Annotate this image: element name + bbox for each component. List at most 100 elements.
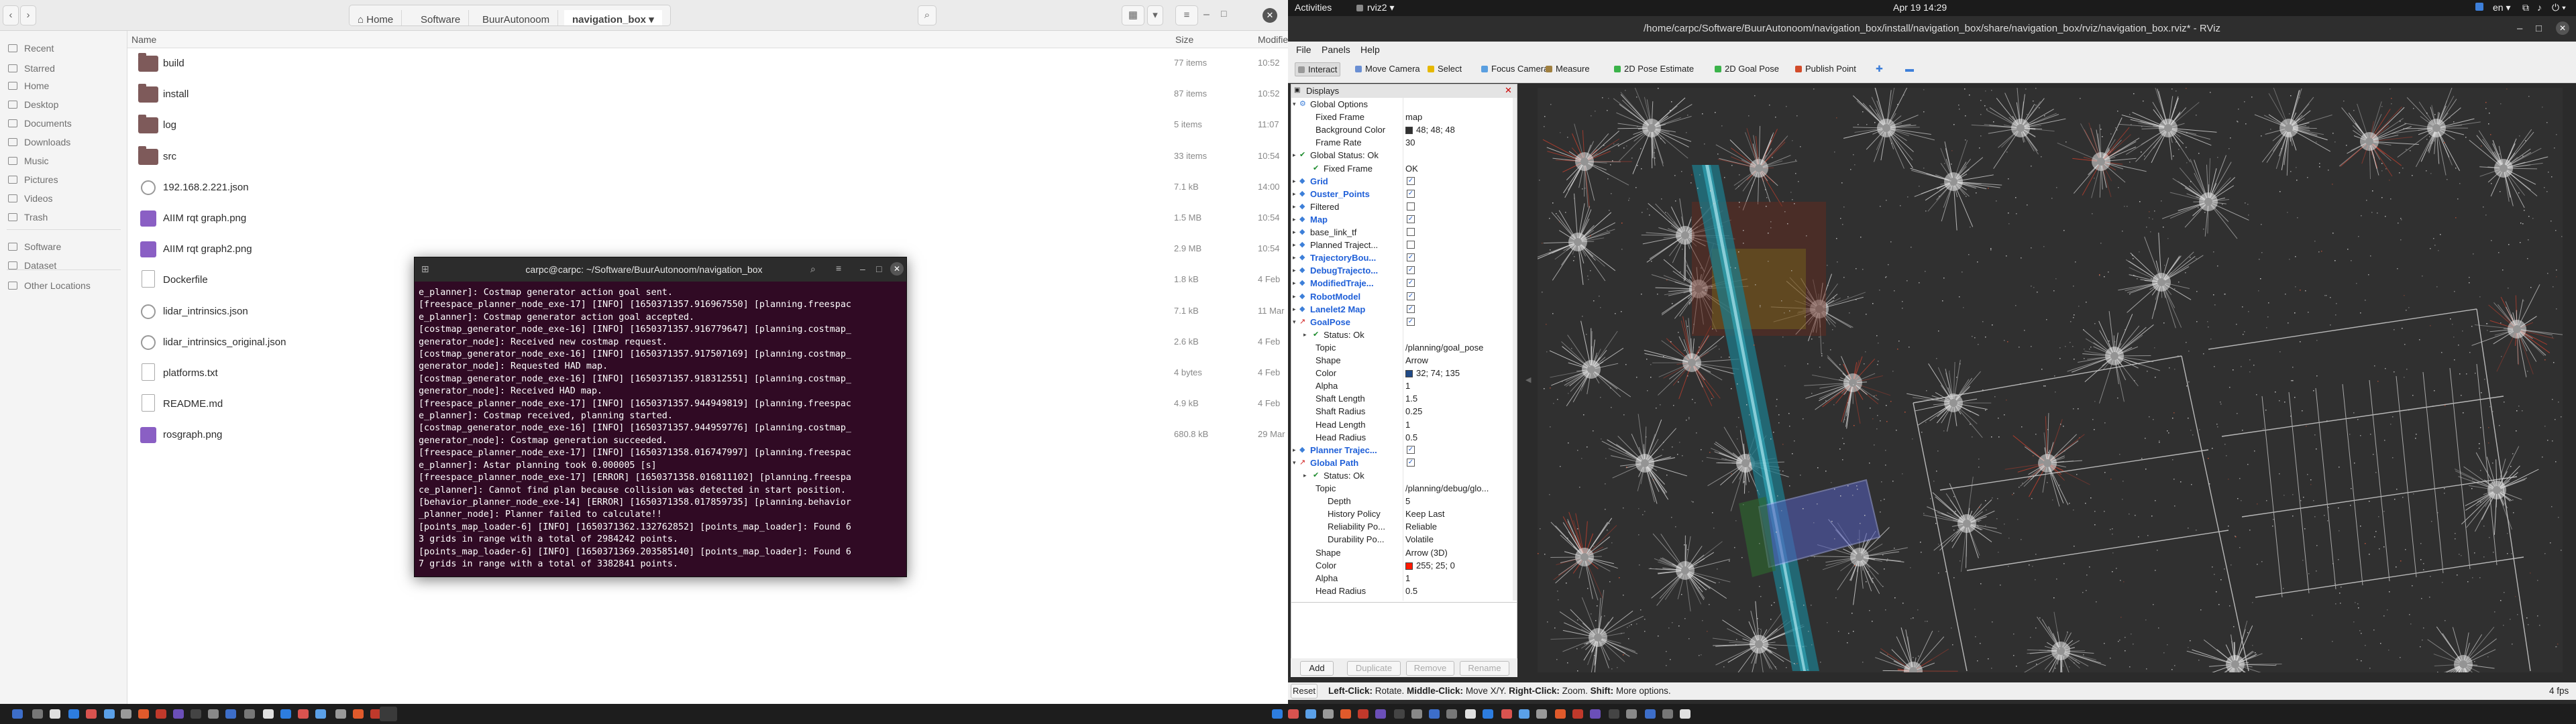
taskbar-app-icon[interactable] <box>1590 709 1601 719</box>
column-name[interactable]: Name <box>131 34 156 45</box>
taskbar-app-icon[interactable] <box>1305 709 1316 719</box>
display-tree-row[interactable]: Color 32; 74; 135 <box>1291 367 1517 379</box>
taskbar-app-icon[interactable] <box>121 709 131 719</box>
display-tree-row[interactable]: ▸ ◆ Planned Traject... <box>1291 239 1517 251</box>
expand-arrow-icon[interactable]: ▸ <box>1303 469 1307 482</box>
terminal-output[interactable]: e_planner]: Costmap generator action goa… <box>419 287 902 568</box>
display-tree-row[interactable]: ▾ ⚙ Global Options <box>1291 98 1517 111</box>
display-tree-row[interactable]: Topic/planning/goal_pose <box>1291 341 1517 354</box>
taskbar-app-icon[interactable] <box>1272 709 1283 719</box>
expand-arrow-icon[interactable]: ▸ <box>1293 239 1296 251</box>
property-value[interactable]: 32; 74; 135 <box>1405 367 1460 379</box>
taskbar-app-icon[interactable] <box>1429 709 1440 719</box>
property-value[interactable]: /planning/debug/glo... <box>1405 482 1489 495</box>
search-icon[interactable]: ⌕ <box>810 263 816 275</box>
display-tree-row[interactable]: ▸ ◆ Ouster_Points ✓ <box>1291 188 1517 200</box>
property-value[interactable]: 5 <box>1405 495 1410 507</box>
taskbar-app-icon[interactable] <box>1609 709 1619 719</box>
taskbar-app-icon[interactable] <box>1446 709 1457 719</box>
property-value[interactable]: 48; 48; 48 <box>1405 123 1455 136</box>
property-value[interactable]: Arrow (3D) <box>1405 546 1448 559</box>
expand-arrow-icon[interactable]: ▾ <box>1293 457 1296 469</box>
file-row[interactable]: build 77 items 10:52 <box>127 48 1288 79</box>
taskbar-app-icon[interactable] <box>1572 709 1583 719</box>
display-tree-row[interactable]: ▾ ↗ GoalPose ✓ <box>1291 316 1517 328</box>
maximize-icon[interactable]: □ <box>1221 8 1226 19</box>
expand-arrow-icon[interactable]: ▸ <box>1293 226 1296 239</box>
property-value[interactable]: Reliable <box>1405 520 1437 533</box>
expand-arrow-icon[interactable]: ▸ <box>1293 251 1296 264</box>
taskbar-app-icon[interactable] <box>1323 709 1334 719</box>
property-value[interactable]: 0.5 <box>1405 585 1417 597</box>
taskbar-app-icon[interactable] <box>298 709 309 719</box>
minimize-icon[interactable]: – <box>2517 23 2522 34</box>
taskbar-app-icon[interactable] <box>1645 709 1656 719</box>
taskbar-app-icon[interactable] <box>1536 709 1547 719</box>
taskbar-app-icon[interactable] <box>1483 709 1493 719</box>
taskbar-app-icon[interactable] <box>1288 709 1299 719</box>
tool-select[interactable]: Select <box>1428 64 1462 74</box>
tray-icon[interactable] <box>2475 3 2483 11</box>
taskbar-app-icon[interactable] <box>138 709 149 719</box>
crumb-buurautonoom[interactable]: BuurAutonoom <box>474 10 559 25</box>
enable-checkbox[interactable]: ✓ <box>1407 189 1415 198</box>
display-tree-row[interactable]: Shape Arrow <box>1291 354 1517 367</box>
enable-checkbox[interactable]: ✓ <box>1407 279 1415 288</box>
taskbar-app-icon[interactable] <box>173 709 184 719</box>
enable-checkbox[interactable]: ✓ <box>1407 458 1415 467</box>
tool-2d-pose-estimate[interactable]: 2D Pose Estimate <box>1614 64 1694 74</box>
taskbar-app-icon[interactable] <box>1375 709 1386 719</box>
property-value[interactable]: 255; 25; 0 <box>1405 559 1455 572</box>
enable-checkbox[interactable]: ✓ <box>1407 292 1415 300</box>
expand-arrow-icon[interactable]: ▸ <box>1293 213 1296 226</box>
taskbar-app-icon[interactable] <box>335 709 346 719</box>
property-value[interactable]: 1 <box>1405 379 1410 392</box>
display-tree-row[interactable]: Head Length 1 <box>1291 418 1517 431</box>
display-tree-row[interactable]: Head Radius 0.5 <box>1291 431 1517 444</box>
taskbar-app-icon[interactable] <box>12 709 23 719</box>
expand-arrow-icon[interactable]: ▾ <box>1293 316 1296 328</box>
forward-button[interactable]: › <box>20 5 36 25</box>
taskbar-app-icon[interactable] <box>86 709 97 719</box>
close-icon[interactable]: ✕ <box>890 262 904 276</box>
taskbar-app-icon[interactable] <box>263 709 274 719</box>
display-tree-row[interactable]: Topic/planning/debug/glo... <box>1291 482 1517 495</box>
rename-button[interactable]: Rename <box>1460 661 1509 676</box>
taskbar-app-icon[interactable] <box>280 709 291 719</box>
collapse-panel-icon[interactable]: ◀ <box>1525 375 1531 384</box>
add-tool-icon[interactable]: ✚ <box>1876 64 1883 74</box>
crumb-navigation-box[interactable]: navigation_box ▾ <box>564 10 662 25</box>
power-icon[interactable]: ⏻ ▾ <box>2552 2 2566 13</box>
display-tree-row[interactable]: Alpha 1 <box>1291 572 1517 585</box>
sidebar-item-other-locations[interactable]: Other Locations <box>8 275 91 296</box>
taskbar-app-icon[interactable] <box>208 709 219 719</box>
enable-checkbox[interactable]: ✓ <box>1407 266 1415 275</box>
enable-checkbox[interactable] <box>1407 202 1415 210</box>
network-icon[interactable]: ⧉ <box>2522 2 2529 13</box>
expand-arrow-icon[interactable]: ▸ <box>1293 290 1296 303</box>
property-value[interactable]: Arrow <box>1405 354 1428 367</box>
taskbar-app-icon[interactable] <box>225 709 236 719</box>
display-tree-row[interactable]: ▸ ✔ Status: Ok <box>1291 328 1517 341</box>
display-tree-row[interactable]: ▸ ◆ RobotModel ✓ <box>1291 290 1517 303</box>
app-menu[interactable]: rviz2 ▾ <box>1367 2 1394 13</box>
expand-arrow-icon[interactable]: ▸ <box>1293 175 1296 188</box>
taskbar-app-icon[interactable] <box>1519 709 1529 719</box>
view-options-button[interactable]: ▾ <box>1147 5 1163 25</box>
tool-publish-point[interactable]: Publish Point <box>1795 64 1856 74</box>
display-tree-row[interactable]: ▸ ◆ Grid ✓ <box>1291 175 1517 188</box>
expand-arrow-icon[interactable]: ▸ <box>1293 444 1296 457</box>
sidebar-item-trash[interactable]: Trash <box>8 206 48 228</box>
enable-checkbox[interactable]: ✓ <box>1407 176 1415 185</box>
taskbar-app-icon[interactable] <box>50 709 60 719</box>
close-icon[interactable]: ✕ <box>1505 85 1512 96</box>
property-value[interactable]: 0.25 <box>1405 405 1422 418</box>
property-value[interactable]: 30 <box>1405 136 1415 149</box>
taskbar-app-icon[interactable] <box>1394 709 1405 719</box>
search-button[interactable]: ⌕ <box>918 5 936 25</box>
taskbar-app-icon[interactable] <box>1501 709 1512 719</box>
property-value[interactable]: map <box>1405 111 1422 123</box>
remove-button[interactable]: Remove <box>1406 661 1454 676</box>
display-tree-row[interactable]: ▾ ↗ Global Path ✓ <box>1291 457 1517 469</box>
taskbar-app-icon[interactable] <box>244 709 255 719</box>
